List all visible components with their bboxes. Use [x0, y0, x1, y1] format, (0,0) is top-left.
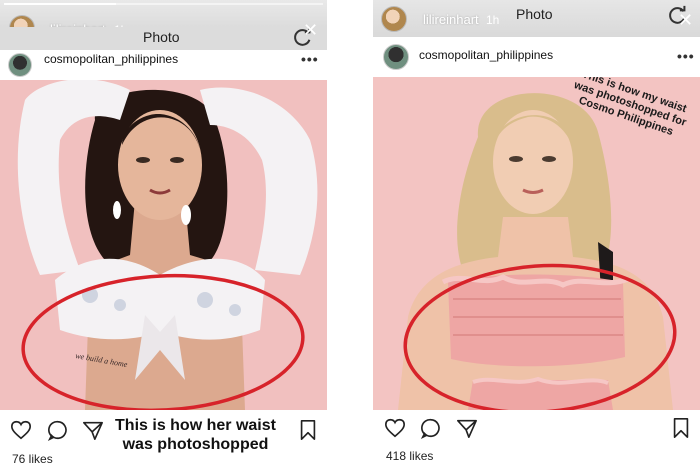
more-icon[interactable]: ••• — [677, 48, 695, 64]
story-title: Photo — [143, 29, 180, 45]
story-time: 1h — [486, 13, 500, 27]
close-icon[interactable]: ✕ — [678, 10, 693, 31]
send-icon[interactable] — [456, 417, 478, 439]
comment-icon[interactable] — [420, 417, 442, 439]
story-header: lilireinhart 1h Photo ✕ — [373, 0, 700, 37]
story-username[interactable]: lilireinhart — [423, 12, 479, 27]
heart-icon[interactable] — [10, 419, 32, 441]
photo-illustration: we build a home — [0, 80, 327, 410]
post-actions — [373, 410, 700, 440]
account-name[interactable]: cosmopolitan_philippines — [419, 48, 553, 62]
likes-count[interactable]: 418 likes — [386, 449, 433, 463]
story-avatar[interactable] — [381, 6, 407, 32]
story-title: Photo — [516, 6, 553, 22]
post-header: cosmopolitan_philippines ••• — [0, 50, 327, 80]
right-story-panel: lilireinhart 1h Photo ✕ cosmopolitan_phi… — [373, 0, 700, 467]
story-progress-fill — [4, 3, 116, 5]
story-header: lilireinhart 1h — [0, 0, 327, 41]
account-name[interactable]: cosmopolitan_philippines — [44, 52, 178, 66]
post-photo: This is how my waist was photoshopped fo… — [373, 77, 700, 410]
account-avatar[interactable] — [8, 53, 32, 77]
bookmark-icon[interactable] — [670, 417, 692, 439]
story-progress-bar — [4, 3, 323, 5]
close-icon[interactable]: ✕ — [303, 20, 318, 41]
left-caption-line1: This is how her waist — [115, 417, 276, 434]
likes-count[interactable]: 76 likes — [12, 452, 53, 466]
left-caption: This is how her waist was photoshopped — [88, 416, 303, 454]
post-photo: we build a home — [0, 80, 327, 410]
post-header: cosmopolitan_philippines ••• — [373, 37, 700, 77]
left-story-panel: lilireinhart 1h Photo ✕ cosmopolitan_phi… — [0, 0, 327, 467]
comment-icon[interactable] — [47, 419, 69, 441]
heart-icon[interactable] — [384, 417, 406, 439]
left-caption-line2: was photoshopped — [122, 436, 269, 453]
more-icon[interactable]: ••• — [301, 51, 319, 67]
account-avatar[interactable] — [383, 44, 409, 70]
